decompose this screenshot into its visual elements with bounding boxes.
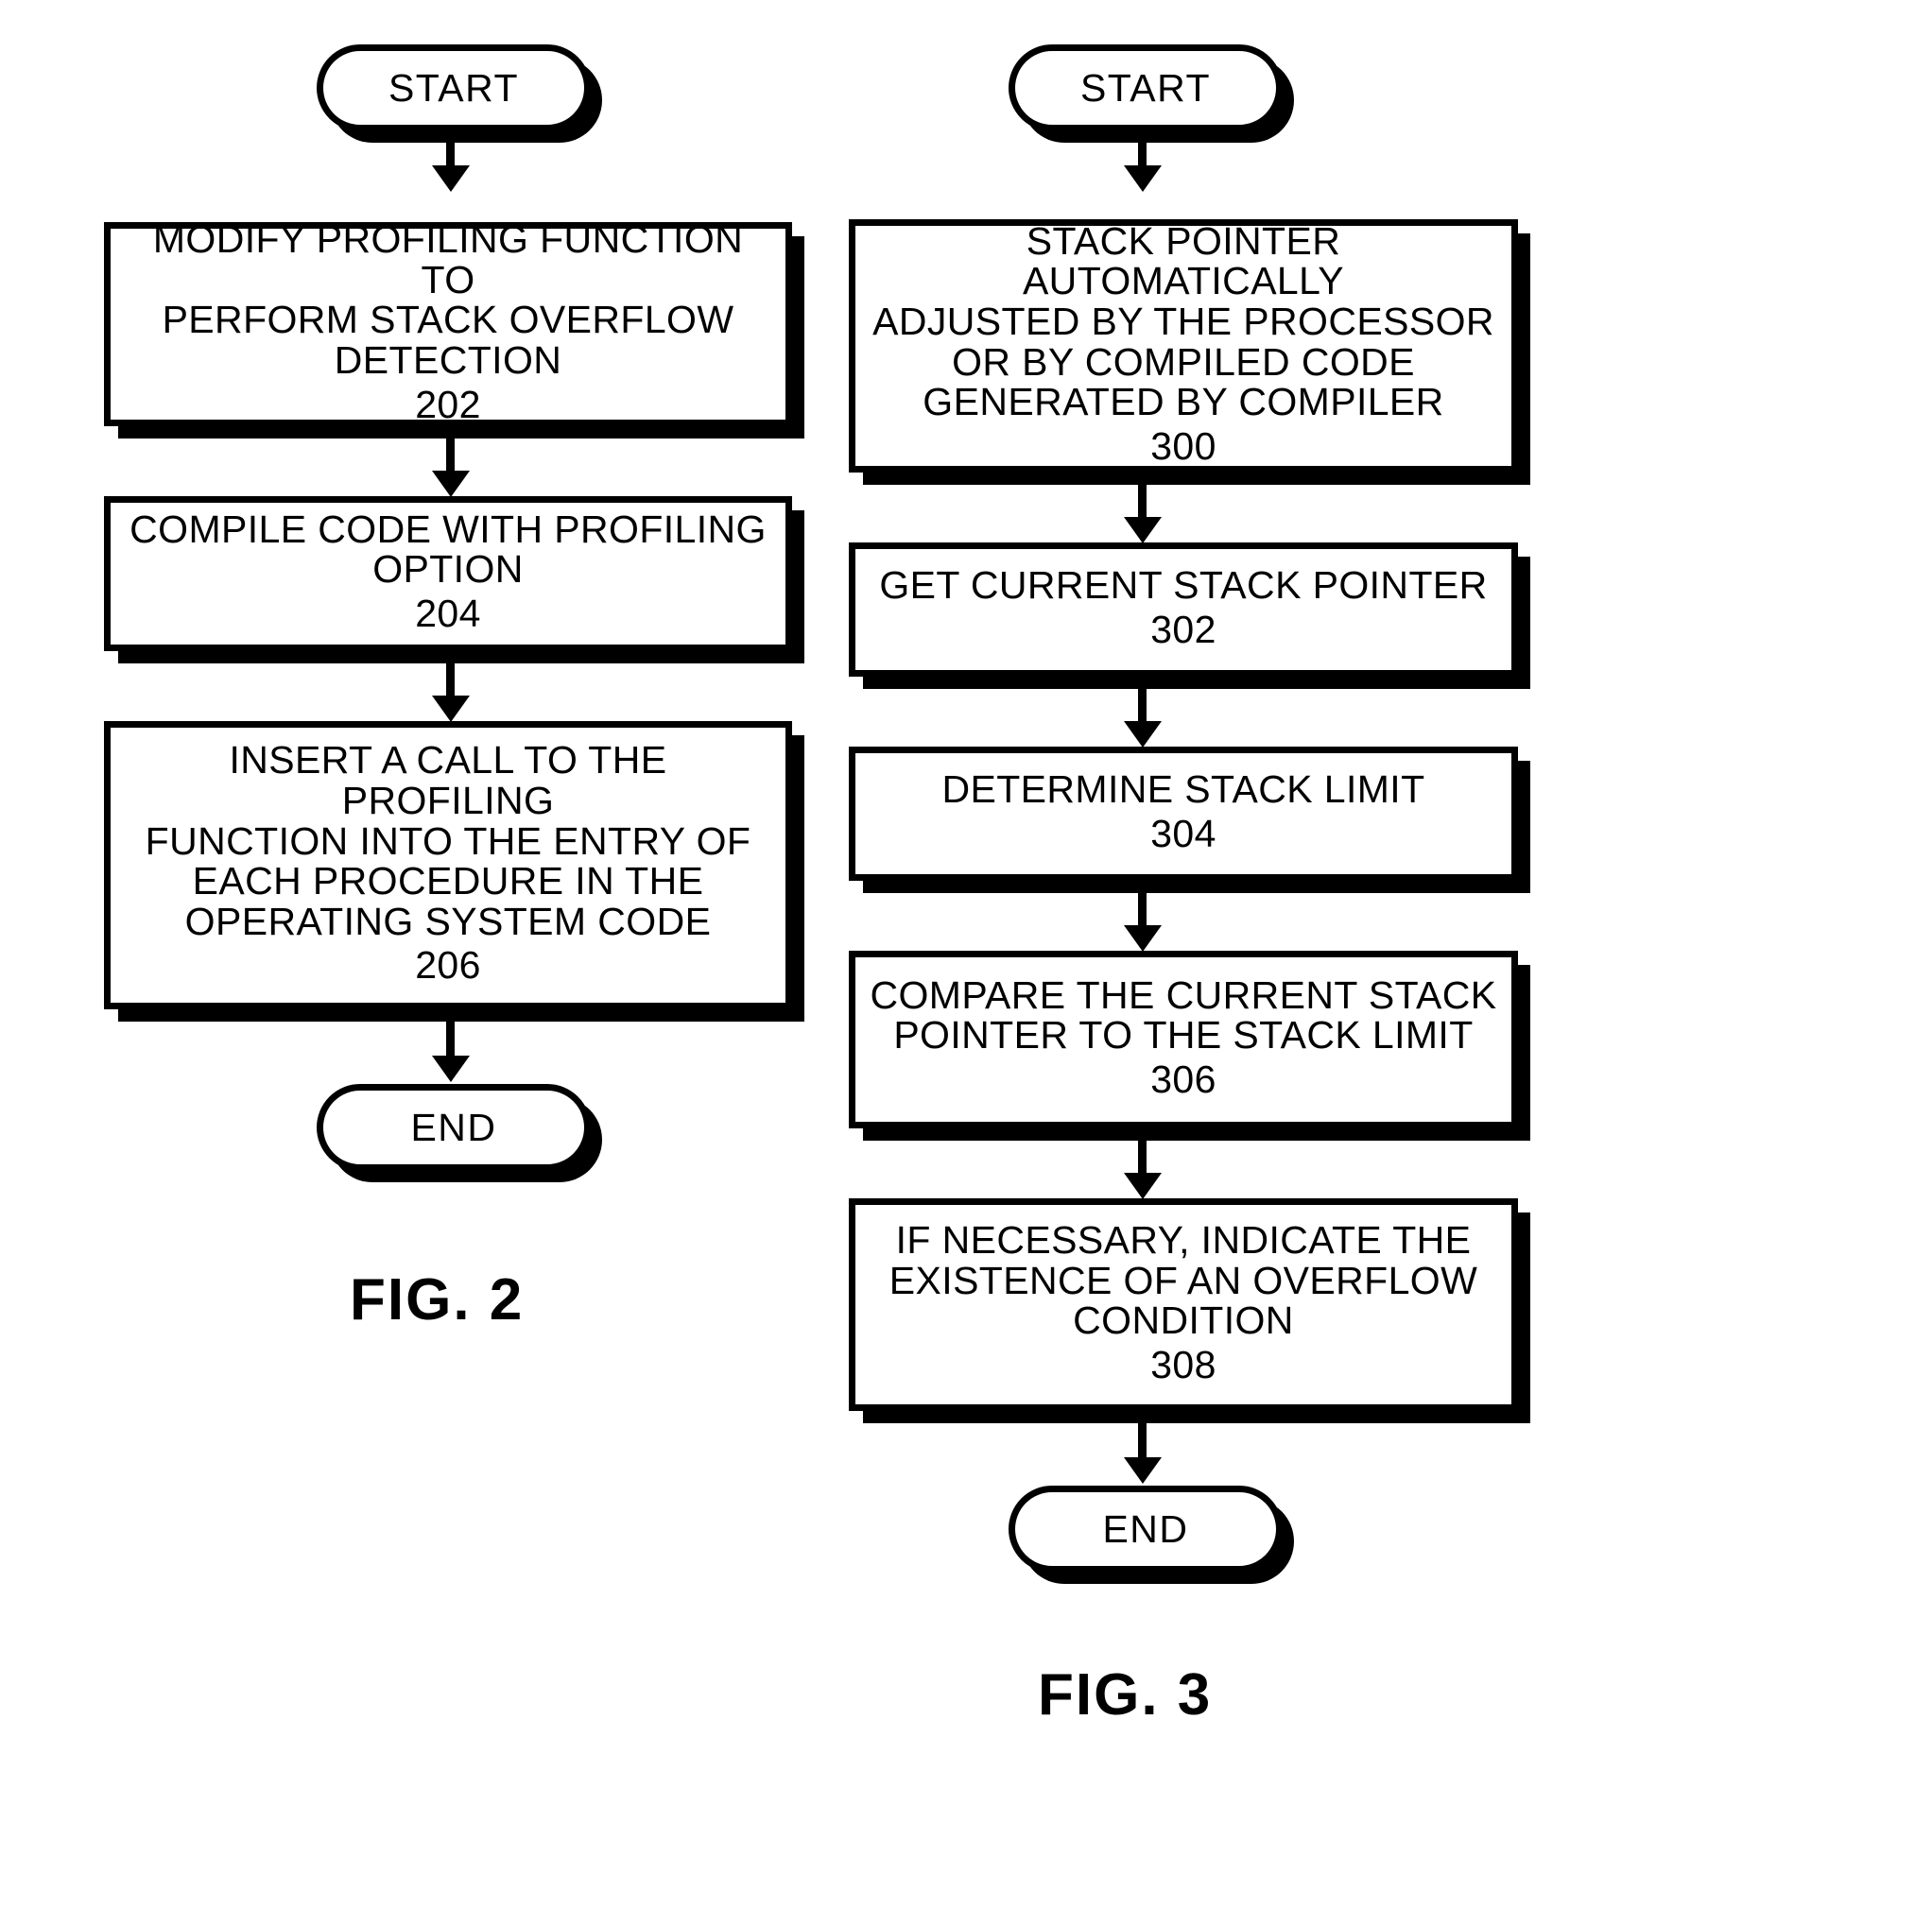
fig2-step-202-number: 202 (415, 382, 481, 426)
fig3-arrow-304-to-306 (1138, 889, 1147, 927)
fig2-start-terminal: START (317, 44, 591, 131)
fig3-step-308-text: IF NECESSARY, INDICATE THE EXISTENCE OF … (888, 1217, 1478, 1343)
fig2-step-202-text: MODIFY PROFILING FUNCTION TO PERFORM STA… (152, 217, 744, 382)
fig2-step-206-number: 206 (415, 943, 481, 988)
fig2-caption: FIG. 2 (350, 1267, 525, 1333)
fig3-step-302-text: GET CURRENT STACK POINTER (879, 563, 1488, 608)
fig3-step-306-text: COMPARE THE CURRENT STACK POINTER TO THE… (870, 972, 1497, 1058)
fig2-step-202: MODIFY PROFILING FUNCTION TO PERFORM STA… (104, 217, 792, 426)
fig3-step-302-number: 302 (1150, 607, 1216, 651)
fig2-step-204-text: COMPILE CODE WITH PROFILING OPTION (129, 507, 767, 592)
fig3-step-308: IF NECESSARY, INDICATE THE EXISTENCE OF … (849, 1198, 1518, 1411)
fig3-end-terminal: END (1009, 1486, 1283, 1573)
fig2-step-206-text: INSERT A CALL TO THE PROFILING FUNCTION … (145, 738, 751, 943)
fig3-step-306-number: 306 (1150, 1058, 1216, 1101)
fig2-step-204-number: 204 (415, 592, 481, 635)
fig3-step-304-text: DETERMINE STACK LIMIT (941, 767, 1425, 812)
fig2-end-terminal: END (317, 1084, 591, 1171)
figure-3: START STACK POINTER AUTOMATICALLY ADJUST… (849, 0, 1932, 1909)
fig3-arrow-300-to-302 (1138, 481, 1147, 519)
fig2-start-label: START (388, 65, 520, 110)
fig3-step-304: DETERMINE STACK LIMIT 304 (849, 747, 1518, 881)
fig2-step-206: INSERT A CALL TO THE PROFILING FUNCTION … (104, 721, 792, 1009)
fig3-step-304-number: 304 (1150, 811, 1216, 855)
fig3-end-label: END (1102, 1506, 1189, 1551)
fig3-step-308-number: 308 (1150, 1342, 1216, 1386)
fig3-caption: FIG. 3 (1038, 1662, 1213, 1728)
patent-flowchart-page: START MODIFY PROFILING FUNCTION TO PERFO… (0, 0, 1932, 1909)
fig3-step-300: STACK POINTER AUTOMATICALLY ADJUSTED BY … (849, 219, 1518, 473)
fig3-step-300-number: 300 (1150, 423, 1216, 468)
fig2-arrow-204-to-206 (446, 660, 455, 697)
fig3-step-306: COMPARE THE CURRENT STACK POINTER TO THE… (849, 951, 1518, 1128)
fig2-end-label: END (410, 1105, 497, 1149)
fig3-arrow-start-to-300 (1138, 131, 1147, 167)
fig2-arrow-start-to-202 (446, 131, 455, 167)
fig3-step-300-text: STACK POINTER AUTOMATICALLY ADJUSTED BY … (872, 218, 1494, 424)
fig2-step-204: COMPILE CODE WITH PROFILING OPTION 204 (104, 496, 792, 651)
fig3-start-label: START (1079, 65, 1212, 110)
fig3-start-terminal: START (1009, 44, 1283, 131)
fig2-arrow-202-to-204 (446, 435, 455, 473)
fig3-step-302: GET CURRENT STACK POINTER 302 (849, 542, 1518, 677)
fig3-arrow-308-to-end (1138, 1419, 1147, 1459)
fig2-arrow-206-to-end (446, 1018, 455, 1058)
fig3-arrow-306-to-308 (1138, 1137, 1147, 1175)
fig3-arrow-302-to-304 (1138, 685, 1147, 723)
figure-2: START MODIFY PROFILING FUNCTION TO PERFO… (0, 0, 926, 1909)
